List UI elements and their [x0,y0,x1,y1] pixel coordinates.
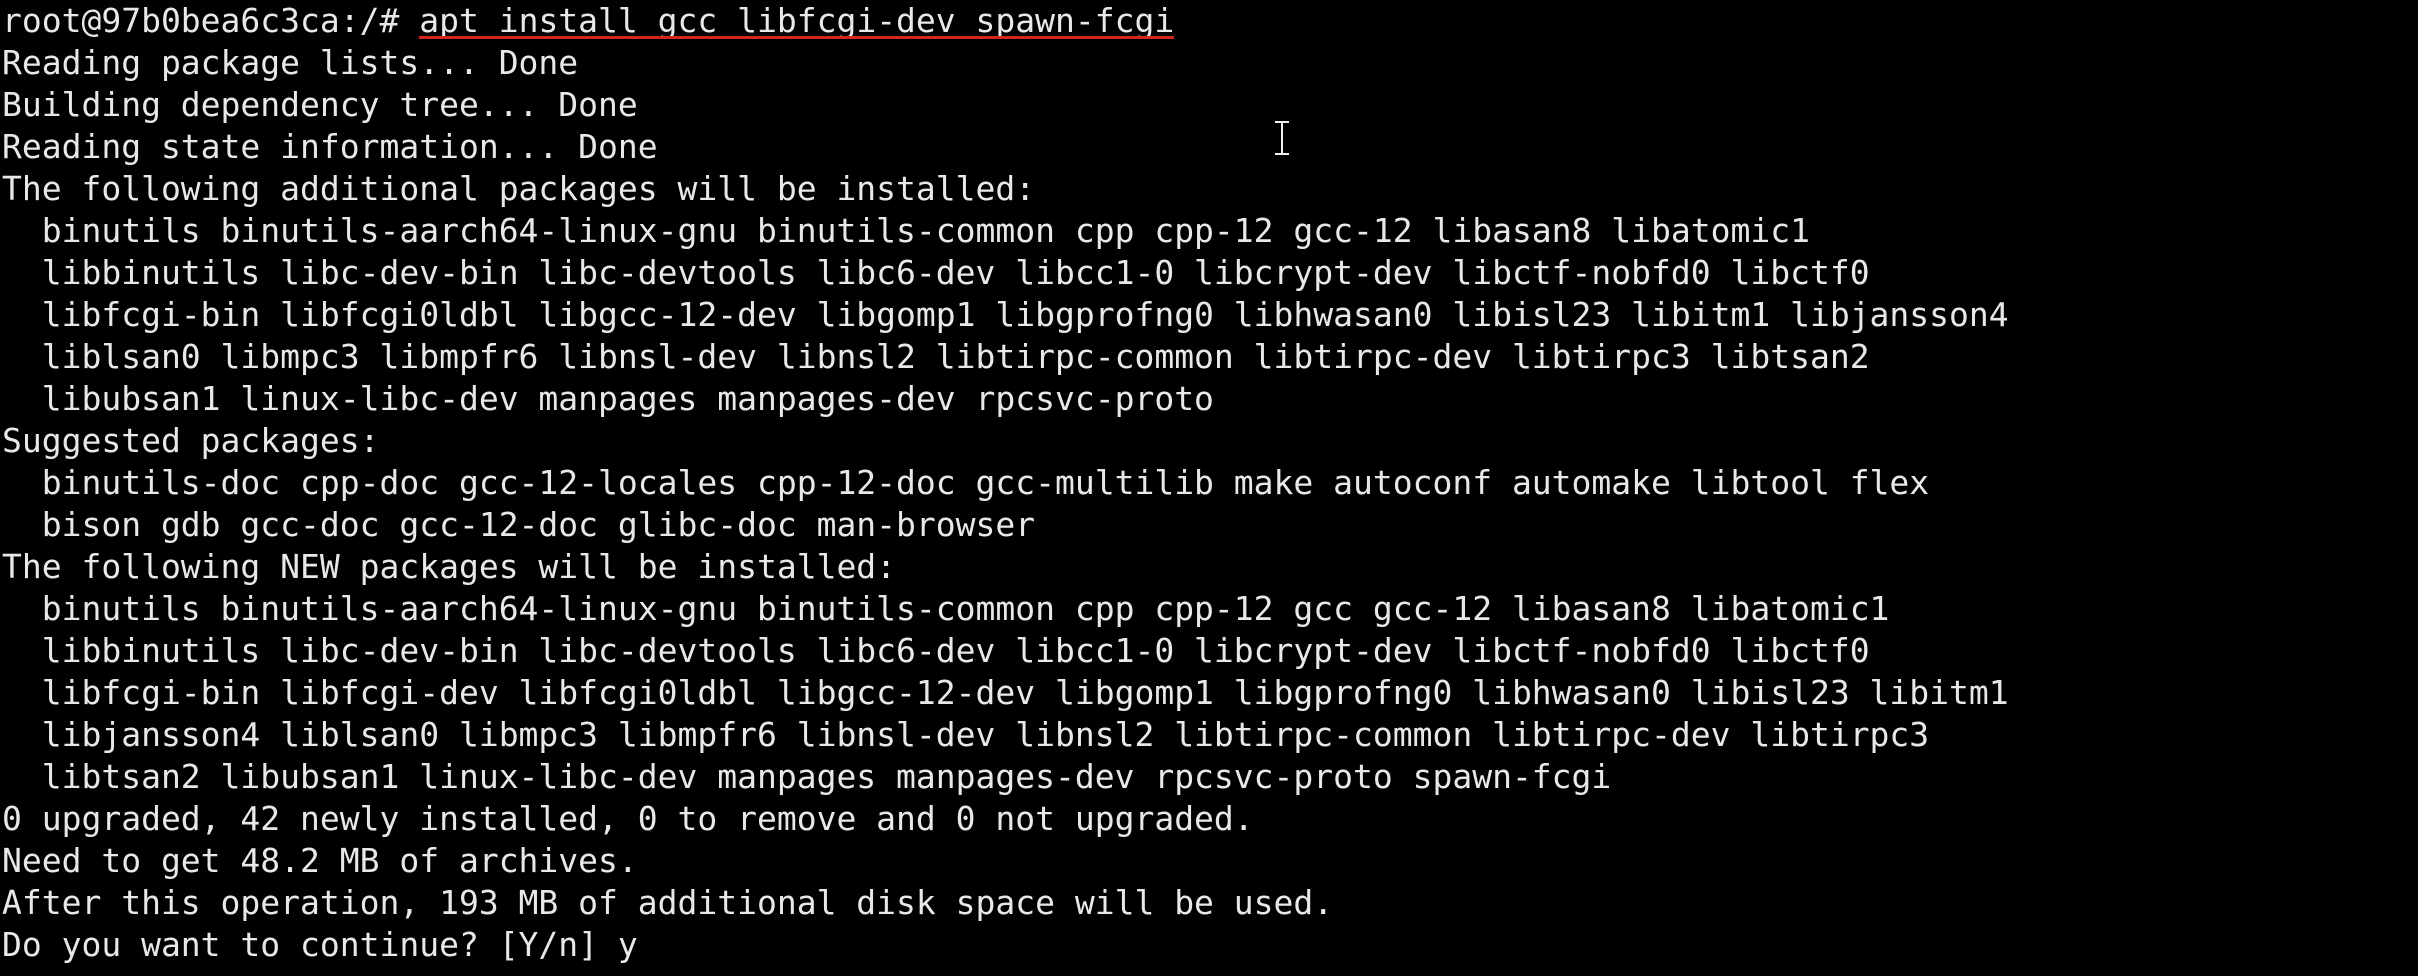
typed-command: apt install gcc libfcgi-dev spawn-fcgi [419,0,1175,42]
output-line: Building dependency tree... Done [2,85,638,124]
output-line: binutils binutils-aarch64-linux-gnu binu… [2,211,1810,250]
output-line: After this operation, 193 MB of addition… [2,883,1334,922]
output-line: libfcgi-bin libfcgi0ldbl libgcc-12-dev l… [2,295,2009,334]
output-line: libtsan2 libubsan1 linux-libc-dev manpag… [2,757,1612,796]
shell-prompt: root@97b0bea6c3ca:/# [2,1,420,40]
output-line: The following additional packages will b… [2,169,1036,208]
text-cursor-icon [1274,120,1290,156]
output-line: Need to get 48.2 MB of archives. [2,841,638,880]
output-line: libbinutils libc-dev-bin libc-devtools l… [2,253,1870,292]
output-line: binutils-doc cpp-doc gcc-12-locales cpp-… [2,463,1930,502]
terminal-window[interactable]: root@97b0bea6c3ca:/# apt install gcc lib… [0,0,2418,976]
output-line: libubsan1 linux-libc-dev manpages manpag… [2,379,1214,418]
output-line: 0 upgraded, 42 newly installed, 0 to rem… [2,799,1254,838]
output-line: liblsan0 libmpc3 libmpfr6 libnsl-dev lib… [2,337,1870,376]
output-line: Suggested packages: [2,421,380,460]
output-line: libfcgi-bin libfcgi-dev libfcgi0ldbl lib… [2,673,2009,712]
output-line: bison gdb gcc-doc gcc-12-doc glibc-doc m… [2,505,1036,544]
output-line: Do you want to continue? [Y/n] y [2,925,638,964]
output-line: Reading state information... Done [2,127,658,166]
command-text: apt install gcc libfcgi-dev spawn-fcgi [419,1,1175,40]
output-line: The following NEW packages will be insta… [2,547,897,586]
command-line: root@97b0bea6c3ca:/# apt install gcc lib… [0,0,2418,42]
output-line: libjansson4 liblsan0 libmpc3 libmpfr6 li… [2,715,1930,754]
command-underline [419,36,1175,39]
output-line: Reading package lists... Done [2,43,579,82]
output-line: libbinutils libc-dev-bin libc-devtools l… [2,631,1870,670]
output-line: binutils binutils-aarch64-linux-gnu binu… [2,589,1890,628]
